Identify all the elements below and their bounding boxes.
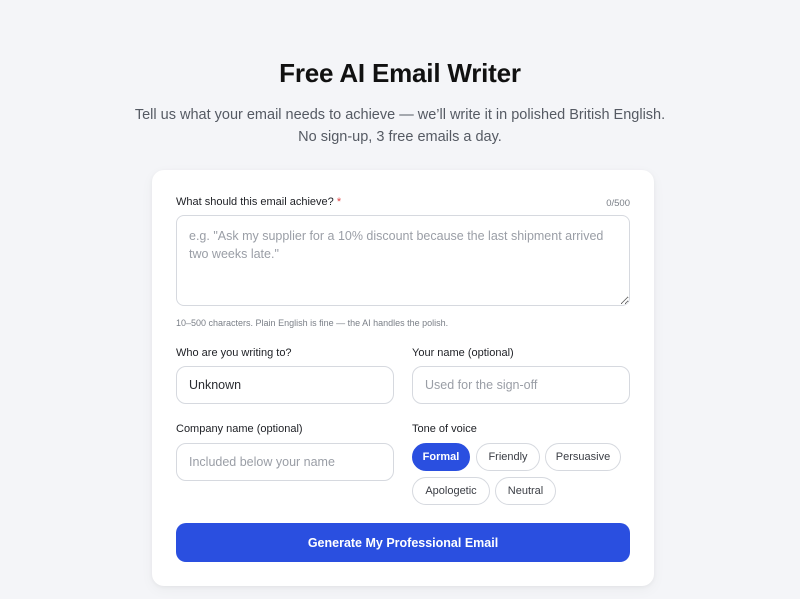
page-subtitle: Tell us what your email needs to achieve… xyxy=(0,104,800,148)
tone-option-neutral[interactable]: Neutral xyxy=(495,477,556,505)
company-label: Company name (optional) xyxy=(176,423,303,435)
recipient-label: Who are you writing to? xyxy=(176,347,292,359)
subtitle-line-1: Tell us what your email needs to achieve… xyxy=(134,107,666,123)
page-header: Free AI Email Writer Tell us what your e… xyxy=(0,0,800,148)
email-form-card: What should this email achieve? * 0/500 … xyxy=(152,170,654,586)
subtitle-line-2: No sign-up, 3 free emails a day. xyxy=(298,129,502,145)
recipient-input[interactable] xyxy=(176,366,394,404)
tone-label: Tone of voice xyxy=(412,423,477,435)
goal-label-text: What should this email achieve? xyxy=(176,196,334,208)
character-counter: 0/500 xyxy=(606,198,630,209)
tone-option-friendly[interactable]: Friendly xyxy=(476,443,540,471)
generate-email-button[interactable]: Generate My Professional Email xyxy=(176,523,630,562)
your-name-label: Your name (optional) xyxy=(412,347,514,359)
company-input[interactable] xyxy=(176,443,394,481)
tone-option-formal[interactable]: Formal xyxy=(412,443,470,471)
goal-label: What should this email achieve? * xyxy=(176,196,341,208)
goal-textarea[interactable] xyxy=(176,215,630,306)
your-name-input[interactable] xyxy=(412,366,630,404)
page-title: Free AI Email Writer xyxy=(279,58,521,88)
goal-hint: 10–500 characters. Plain English is fine… xyxy=(176,318,449,328)
tone-option-apologetic[interactable]: Apologetic xyxy=(412,477,490,505)
tone-option-persuasive[interactable]: Persuasive xyxy=(545,443,621,471)
required-mark: * xyxy=(336,196,342,208)
